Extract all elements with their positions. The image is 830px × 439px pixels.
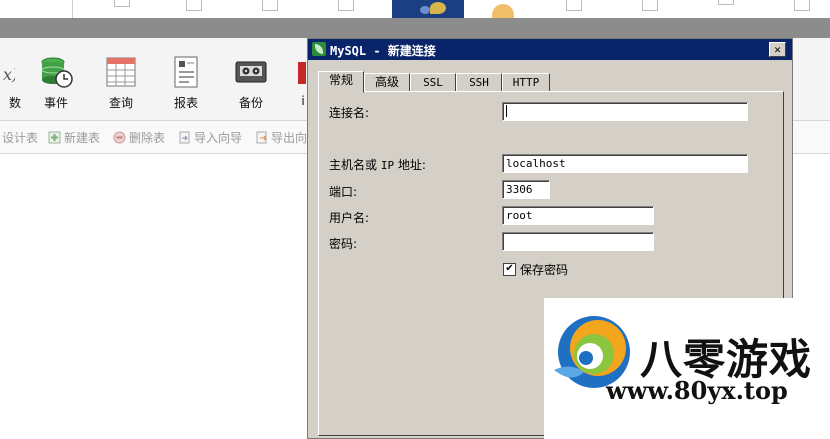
connection-name-label: 连接名: — [329, 106, 370, 120]
toolbar-button-backup[interactable]: 备份 — [221, 56, 281, 111]
file-icon[interactable] — [718, 0, 734, 5]
tab-ssl[interactable]: SSL — [410, 73, 456, 92]
tab-label: 高级 — [374, 75, 399, 89]
toolbar-button-label: 报表 — [173, 96, 198, 110]
username-input[interactable]: root — [502, 206, 654, 225]
object-list-area[interactable] — [0, 154, 308, 439]
import-wizard-label: 导入向导 — [194, 131, 243, 145]
file-icon[interactable] — [338, 0, 354, 11]
port-input[interactable]: 3306 — [502, 180, 550, 199]
toolbar-button-label: 备份 — [238, 96, 263, 110]
text-caret — [506, 105, 507, 117]
tab-advanced[interactable]: 高级 — [364, 73, 410, 92]
toolbar-button-label: 事件 — [43, 96, 68, 110]
port-label: 端口: — [329, 185, 358, 199]
toolbar-button-partial[interactable]: i — [276, 56, 306, 108]
query-table-icon — [106, 57, 136, 87]
host-label-ip: IP — [380, 159, 395, 172]
design-table-label: 设计表 — [2, 131, 39, 145]
event-icon — [41, 57, 73, 88]
delete-table-icon — [113, 131, 126, 144]
file-icon[interactable] — [262, 0, 278, 11]
add-table-icon — [48, 131, 61, 144]
tab-label: 常规 — [328, 73, 353, 87]
mysql-app-icon — [312, 42, 326, 56]
partial-toolbar-icon — [298, 62, 306, 84]
new-table-button[interactable]: 新建表 — [48, 129, 100, 146]
password-label: 密码: — [329, 237, 358, 251]
svg-text:x): x) — [3, 65, 15, 84]
username-value: root — [506, 209, 533, 222]
host-value: localhost — [506, 157, 566, 170]
file-icon[interactable] — [114, 0, 130, 7]
tab-label: HTTP — [512, 76, 540, 89]
strip-divider — [72, 0, 73, 18]
app-thumbnail[interactable] — [392, 0, 464, 18]
toolbar-button-event[interactable]: 事件 — [26, 56, 86, 111]
save-password-label[interactable]: 保存密码 — [520, 261, 568, 278]
connection-name-input[interactable] — [502, 102, 748, 121]
site-watermark: 八零游戏 www.80yx.top — [544, 298, 830, 439]
toolbar-button-report[interactable]: 报表 — [156, 56, 216, 111]
host-label-suffix: 地址: — [394, 158, 426, 172]
port-value: 3306 — [506, 183, 533, 196]
toolbar-button-label: i — [301, 94, 305, 108]
delete-table-button[interactable]: 删除表 — [113, 129, 165, 146]
host-label: 主机名或 IP 地址: — [329, 156, 426, 173]
backup-tape-icon — [235, 61, 267, 83]
toolbar-button-query[interactable]: 查询 — [91, 56, 151, 111]
delete-table-label: 删除表 — [129, 131, 166, 145]
top-icon-strip — [0, 0, 830, 18]
import-wizard-button[interactable]: 导入向导 — [178, 129, 242, 146]
dialog-title-bar[interactable]: MySQL - 新建连接 ✕ — [308, 39, 792, 60]
thumbnail-decoration — [420, 6, 430, 14]
report-icon — [174, 56, 198, 88]
design-table-button[interactable]: 设计表 — [2, 129, 38, 146]
tab-label: SSH — [469, 76, 489, 89]
file-icon[interactable] — [794, 0, 810, 11]
export-icon — [256, 131, 267, 144]
thumbnail-decoration — [430, 2, 446, 14]
toolbar-button-label: 查询 — [108, 96, 133, 110]
tab-general[interactable]: 常规 — [318, 71, 364, 93]
export-wizard-label: 导出向 — [271, 131, 308, 145]
host-input[interactable]: localhost — [502, 154, 748, 173]
watermark-url: www.80yx.top — [606, 376, 788, 405]
file-icon[interactable] — [642, 0, 658, 11]
main-window-band — [0, 18, 830, 38]
save-password-checkbox[interactable]: ✔ — [503, 263, 516, 276]
export-wizard-button[interactable]: 导出向 — [255, 129, 307, 146]
new-table-label: 新建表 — [64, 131, 101, 145]
host-label-prefix: 主机名或 — [329, 158, 381, 172]
file-icon[interactable] — [186, 0, 202, 11]
tab-ssh[interactable]: SSH — [456, 73, 502, 92]
tab-label: SSL — [423, 76, 443, 89]
close-button[interactable]: ✕ — [769, 42, 786, 57]
username-label: 用户名: — [329, 211, 370, 225]
dialog-title: MySQL - 新建连接 — [330, 44, 436, 58]
password-input[interactable] — [502, 232, 654, 251]
tab-http[interactable]: HTTP — [502, 73, 550, 92]
function-icon: x) — [3, 65, 15, 84]
import-icon — [179, 131, 190, 144]
file-icon[interactable] — [566, 0, 582, 11]
app-thumbnail-orb[interactable] — [492, 4, 514, 18]
